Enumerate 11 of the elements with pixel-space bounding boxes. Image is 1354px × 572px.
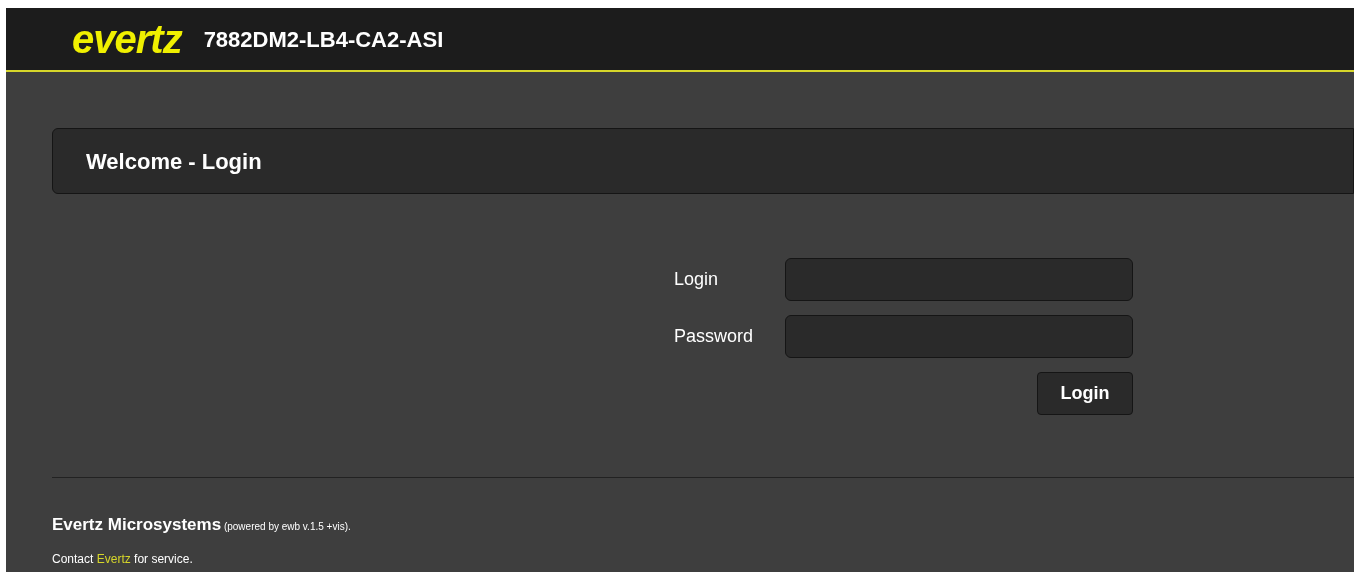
contact-line: Contact Evertz for service. (52, 550, 194, 568)
field-label: Password (674, 325, 755, 348)
company-line: Evertz Microsystems (powered by ewb v.1.5 +vis). (52, 514, 352, 536)
input-field[interactable] (785, 258, 1133, 301)
contact-link[interactable]: Evertz (96, 551, 131, 566)
field-label: Login (674, 268, 720, 291)
login-button[interactable]: Login (1037, 372, 1133, 415)
device-name: 7882DM2-LB4-CA2-ASI (203, 25, 444, 54)
panel-title: Welcome - Login (86, 147, 262, 176)
logo: evertz (72, 19, 182, 59)
input-field[interactable] (785, 315, 1133, 358)
